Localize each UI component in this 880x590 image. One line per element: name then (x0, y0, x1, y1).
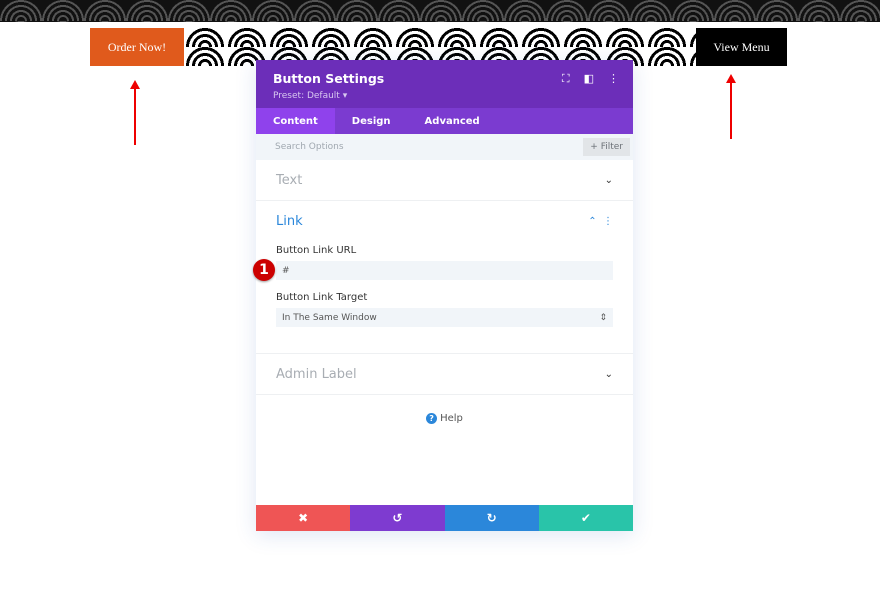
help-link[interactable]: ? Help (256, 413, 633, 424)
chevron-up-icon[interactable]: ⌃ (588, 216, 596, 227)
split-view-icon[interactable]: ◧ (584, 72, 594, 86)
view-menu-button[interactable]: View Menu (696, 28, 787, 66)
section-text[interactable]: Text ⌄ (256, 160, 633, 201)
tab-advanced[interactable]: Advanced (408, 108, 497, 134)
tab-content[interactable]: Content (256, 108, 335, 134)
annotation-arrow-right (726, 74, 736, 139)
close-icon: ✖ (298, 511, 309, 525)
help-icon: ? (426, 413, 438, 424)
button-link-url-label: Button Link URL (276, 245, 357, 256)
section-admin-title: Admin Label (276, 366, 357, 382)
section-text-title: Text (276, 172, 303, 188)
button-link-target-select[interactable]: In The Same Window ⇕ (276, 308, 613, 327)
filter-button[interactable]: + Filter (583, 138, 630, 156)
undo-icon: ↺ (392, 511, 403, 525)
section-admin-label[interactable]: Admin Label ⌄ (256, 354, 633, 395)
section-link: Link ⌃ ⋮ Button Link URL 1 # Button Link … (253, 201, 633, 354)
modal-header: Button Settings Preset: Default ▾ ⛶ ◧ ⋮ (256, 60, 633, 108)
button-settings-modal: Button Settings Preset: Default ▾ ⛶ ◧ ⋮ … (253, 60, 633, 531)
chevron-down-icon[interactable]: ⌄ (605, 175, 613, 186)
url-value: # (282, 265, 290, 276)
target-value: In The Same Window (282, 312, 377, 323)
search-options-input[interactable]: Search Options (275, 142, 344, 152)
modal-footer: ✖ ↺ ↻ ✔ (256, 505, 633, 531)
search-options-bar: Search Options + Filter (256, 134, 633, 160)
section-link-title[interactable]: Link (276, 214, 303, 229)
tab-bar: Content Design Advanced (256, 108, 633, 134)
more-options-icon[interactable]: ⋮ (608, 72, 619, 86)
annotation-arrow-left (130, 80, 140, 145)
order-now-button[interactable]: Order Now! (90, 28, 184, 66)
check-icon: ✔ (580, 511, 591, 525)
tab-design[interactable]: Design (335, 108, 408, 134)
section-menu-icon[interactable]: ⋮ (603, 216, 613, 227)
save-button[interactable]: ✔ (538, 505, 633, 531)
undo-button[interactable]: ↺ (350, 505, 445, 531)
fullscreen-icon[interactable]: ⛶ (562, 72, 570, 86)
help-label: Help (440, 413, 463, 424)
button-link-url-input[interactable]: # (276, 261, 613, 280)
decorative-pattern-band (0, 0, 880, 22)
select-arrows-icon: ⇕ (599, 312, 607, 323)
chevron-down-icon[interactable]: ⌄ (605, 369, 613, 380)
cancel-button[interactable]: ✖ (256, 505, 351, 531)
redo-button[interactable]: ↻ (444, 505, 539, 531)
button-link-target-label: Button Link Target (276, 292, 368, 303)
annotation-badge: 1 (253, 259, 275, 281)
preset-dropdown[interactable]: Preset: Default ▾ (273, 91, 616, 101)
redo-icon: ↻ (486, 511, 497, 525)
